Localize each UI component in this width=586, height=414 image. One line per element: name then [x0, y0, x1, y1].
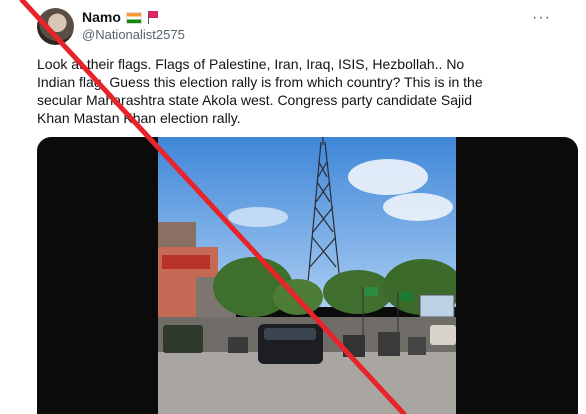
cloud — [228, 207, 288, 227]
name-row: Namo — [82, 9, 185, 26]
auto-rickshaw — [163, 325, 203, 353]
red-flag-icon — [147, 11, 159, 24]
suv-window — [264, 328, 316, 340]
display-name[interactable]: Namo — [82, 9, 121, 26]
billboard — [419, 294, 455, 318]
video-media[interactable] — [37, 137, 578, 414]
more-horizontal-icon[interactable]: ··· — [532, 10, 551, 26]
green-flag — [399, 292, 413, 301]
india-flag-icon — [125, 11, 142, 24]
car — [430, 325, 456, 345]
tweet-text: Look at their flags. Flags of Palestine,… — [37, 56, 483, 126]
tree — [273, 279, 323, 315]
video-frame — [158, 137, 456, 414]
motorcycle — [408, 337, 426, 355]
cloud — [383, 193, 453, 221]
green-flag — [364, 287, 378, 296]
motorcycle — [343, 335, 365, 357]
tree — [323, 270, 393, 314]
cloud — [348, 159, 428, 195]
tweet-screenshot: Namo @Nationalist2575 ··· Look at their … — [0, 0, 586, 414]
avatar[interactable] — [37, 8, 74, 45]
motorcycle — [378, 332, 400, 356]
tweet-header: Namo @Nationalist2575 — [82, 9, 185, 43]
motorcycle — [228, 337, 248, 353]
shop-sign — [162, 255, 210, 269]
user-handle[interactable]: @Nationalist2575 — [82, 26, 185, 43]
